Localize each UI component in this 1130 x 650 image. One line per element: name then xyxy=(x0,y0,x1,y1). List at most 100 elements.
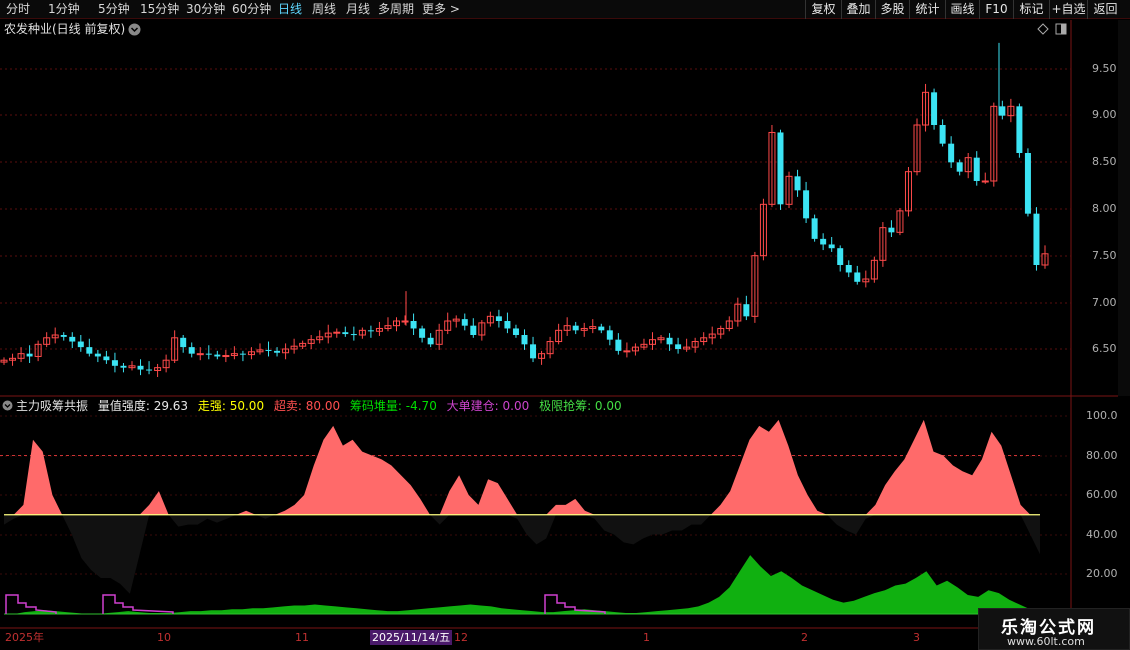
candle-down xyxy=(103,356,110,361)
price-tick: 8.00 xyxy=(1092,202,1117,215)
candle-down xyxy=(777,132,784,205)
indicator-tick: 80.00 xyxy=(1086,449,1118,462)
indicator-name: 主力吸筹共振 xyxy=(16,399,89,413)
indicator-tick: 100.0 xyxy=(1086,409,1118,422)
candle-down xyxy=(598,326,605,331)
indicator-value-0: 量值强度: 29.63 xyxy=(94,399,189,413)
candle-down xyxy=(342,332,349,335)
candle-down xyxy=(948,143,955,163)
candle-down xyxy=(427,337,434,345)
indicator-tick: 20.00 xyxy=(1086,567,1118,580)
price-tick: 7.00 xyxy=(1092,296,1117,309)
candle-down xyxy=(811,218,818,239)
candle-down xyxy=(77,341,84,348)
candle-down xyxy=(111,360,118,366)
candle-down xyxy=(470,325,477,335)
candle-down xyxy=(743,304,750,317)
candle-down xyxy=(188,347,195,354)
site-watermark: 乐淘公式网 www.60lt.com xyxy=(978,608,1130,650)
candle-up xyxy=(196,353,204,356)
indicator-value-4: 大单建仓: 0.00 xyxy=(442,399,530,413)
candle-down xyxy=(939,125,946,144)
candle-up xyxy=(981,180,989,183)
candle-down xyxy=(828,244,835,249)
candle-down xyxy=(854,272,861,282)
price-tick: 8.50 xyxy=(1092,155,1117,168)
date-label: 2025年 xyxy=(5,631,44,644)
date-label: 1 xyxy=(643,631,650,644)
candle-down xyxy=(60,335,67,337)
candle-down xyxy=(794,176,801,191)
candle-down xyxy=(803,190,810,219)
price-tick: 9.00 xyxy=(1092,108,1117,121)
candle-down xyxy=(504,321,511,329)
weak-area xyxy=(4,514,1040,594)
candle-down xyxy=(214,354,221,357)
candle-down xyxy=(265,349,272,351)
candle-down xyxy=(512,328,519,335)
candle-down xyxy=(120,365,127,368)
indicator-header: 主力吸筹共振 量值强度: 29.63 走强: 50.00 超卖: 80.00 筹… xyxy=(0,398,634,414)
large-order-line xyxy=(102,594,174,614)
candle-down xyxy=(615,339,622,351)
right-side-panel-edge xyxy=(1118,20,1130,396)
large-order-line xyxy=(5,594,57,614)
candle-down xyxy=(180,337,187,348)
indicator-tick: 60.00 xyxy=(1086,488,1118,501)
date-label: 12 xyxy=(454,631,468,644)
candle-down xyxy=(350,334,357,336)
candle-down xyxy=(572,325,579,331)
candle-down xyxy=(845,265,852,273)
candle-down xyxy=(26,353,33,357)
candle-down xyxy=(410,321,417,329)
candle-down xyxy=(94,353,101,357)
candle-down xyxy=(999,106,1006,116)
indicator-value-5: 极限抢筹: 0.00 xyxy=(535,399,622,413)
candle-down xyxy=(973,157,980,181)
candle-down xyxy=(419,328,426,338)
candle-down xyxy=(888,227,895,233)
candle-up xyxy=(333,331,341,334)
candle-down xyxy=(666,337,673,345)
candle-down xyxy=(521,335,528,345)
candle-down xyxy=(137,365,144,370)
candle-down xyxy=(1033,213,1040,265)
candle-down xyxy=(1024,153,1031,214)
price-tick: 6.50 xyxy=(1092,342,1117,355)
indicator-value-1: 走强: 50.00 xyxy=(194,399,265,413)
candle-down xyxy=(146,369,153,371)
candle-down xyxy=(239,353,246,355)
candle-down xyxy=(931,92,938,125)
indicator-value-3: 筹码堆量: -4.70 xyxy=(346,399,437,413)
candle-down xyxy=(956,162,963,172)
candle-down xyxy=(86,347,93,354)
candle-down xyxy=(367,330,374,332)
candle-down xyxy=(530,344,537,359)
price-chart[interactable] xyxy=(0,0,1130,650)
date-label: 3 xyxy=(913,631,920,644)
date-label: 2025/11/14/五 xyxy=(370,630,453,645)
candle-down xyxy=(495,316,502,321)
candle-down xyxy=(820,238,827,245)
candle-down xyxy=(1016,106,1023,153)
candle-up xyxy=(222,355,230,358)
date-label: 10 xyxy=(157,631,171,644)
indicator-value-2: 超卖: 80.00 xyxy=(270,399,341,413)
candle-down xyxy=(274,350,281,353)
chevron-down-icon[interactable] xyxy=(2,400,13,411)
price-tick: 9.50 xyxy=(1092,62,1117,75)
candle-down xyxy=(837,248,844,265)
price-tick: 7.50 xyxy=(1092,249,1117,262)
candle-down xyxy=(461,319,468,326)
indicator-values: 量值强度: 29.63 走强: 50.00 超卖: 80.00 筹码堆量: -4… xyxy=(94,399,628,413)
strength-area xyxy=(4,419,1040,515)
date-label: 2 xyxy=(801,631,808,644)
candle-up xyxy=(401,320,409,323)
candle-down xyxy=(675,344,682,349)
watermark-url: www.60lt.com xyxy=(1007,635,1085,648)
candle-down xyxy=(205,353,212,355)
candle-down xyxy=(606,330,613,340)
chip-accumulation-area xyxy=(4,555,1030,614)
indicator-tick: 40.00 xyxy=(1086,528,1118,541)
candle-up xyxy=(623,350,631,353)
